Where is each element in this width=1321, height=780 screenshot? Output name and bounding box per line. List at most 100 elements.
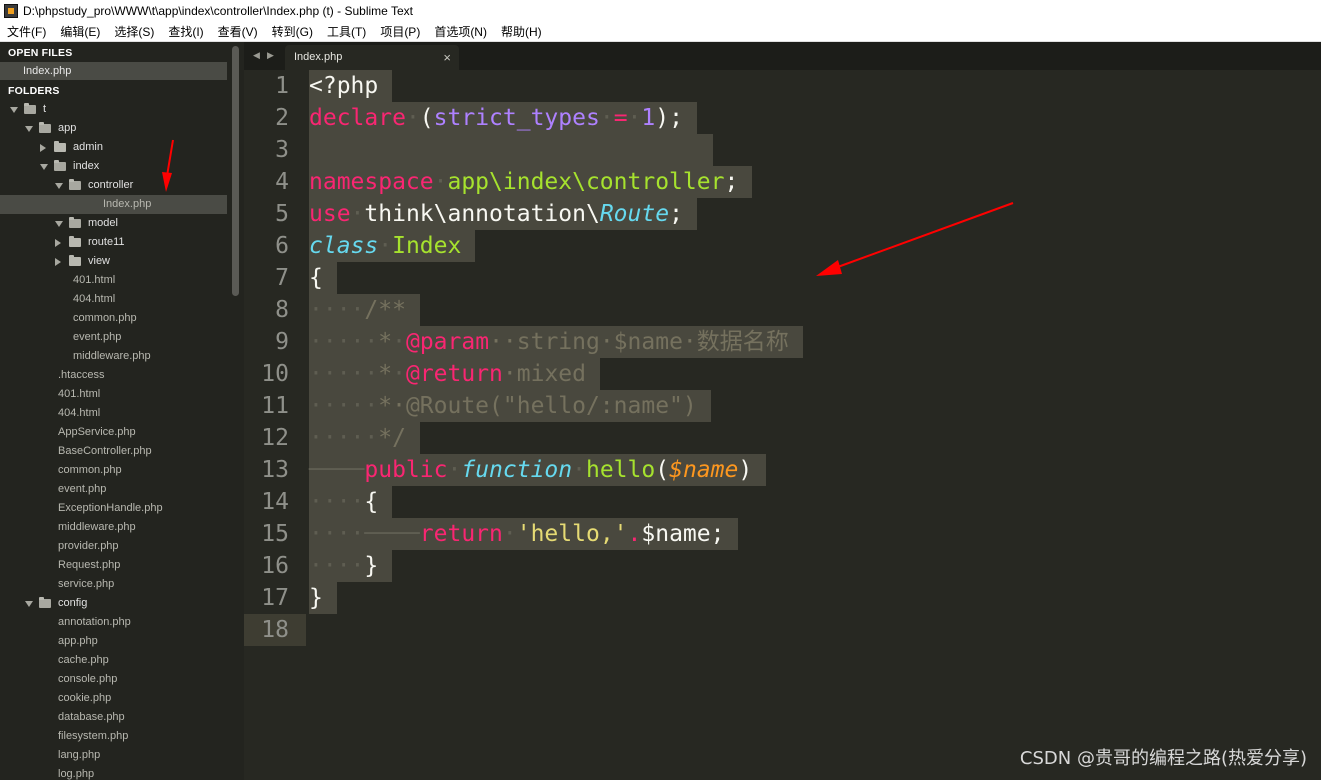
tree-label: 401.html [58, 388, 101, 400]
tree-label: 401.html [73, 274, 116, 286]
tree-folder[interactable]: index [0, 157, 227, 176]
tree-label: event.php [73, 331, 122, 343]
tree-file[interactable]: Request.php [0, 556, 227, 575]
disclosure-expanded-icon[interactable] [40, 164, 48, 170]
tree-file[interactable]: app.php [0, 632, 227, 651]
tab-index-php[interactable]: Index.php × [285, 45, 459, 70]
code-editor[interactable]: <?php declare·(strict_types·=·1); namesp… [309, 70, 803, 646]
folder-icon [69, 217, 81, 228]
tree-label: cache.php [58, 654, 109, 666]
code-line: ·····*/ [309, 422, 803, 454]
tree-file[interactable]: BaseController.php [0, 442, 227, 461]
folder-icon [69, 179, 81, 190]
tree-file[interactable]: middleware.php [0, 347, 227, 366]
menu-help[interactable]: 帮助(H) [494, 22, 549, 42]
menu-bar: 文件(F) 编辑(E) 选择(S) 查找(I) 查看(V) 转到(G) 工具(T… [0, 22, 1321, 42]
open-file-item[interactable]: Index.php [0, 62, 227, 80]
scrollbar-thumb[interactable] [232, 46, 239, 296]
disclosure-expanded-icon[interactable] [25, 601, 33, 607]
code-line: } [309, 582, 803, 614]
folder-icon [54, 160, 66, 171]
line-number: 16 [261, 553, 289, 579]
line-number-gutter: 1 2 3 4 5 6 7 8 9 10 11 12 13 14 15 16 17 18 [244, 70, 306, 646]
tree-file[interactable]: cache.php [0, 651, 227, 670]
tree-folder[interactable]: config [0, 594, 227, 613]
menu-file[interactable]: 文件(F) [0, 22, 53, 42]
tree-file[interactable]: 404.html [0, 290, 227, 309]
tree-label: app [58, 122, 77, 134]
tree-label: middleware.php [73, 350, 151, 362]
tree-file[interactable]: lang.php [0, 746, 227, 765]
disclosure-collapsed-icon[interactable] [40, 144, 46, 152]
tree-file[interactable]: AppService.php [0, 423, 227, 442]
tree-file[interactable]: console.php [0, 670, 227, 689]
tree-label: ExceptionHandle.php [58, 502, 163, 514]
disclosure-expanded-icon[interactable] [55, 183, 63, 189]
menu-view[interactable]: 查看(V) [211, 22, 265, 42]
tree-folder[interactable]: app [0, 119, 227, 138]
code-line: declare·(strict_types·=·1); [309, 102, 803, 134]
tree-file[interactable]: annotation.php [0, 613, 227, 632]
tree-file[interactable]: middleware.php [0, 518, 227, 537]
tree-file[interactable]: Index.php [0, 195, 227, 214]
line-number: 18 [244, 614, 306, 646]
tree-file[interactable]: ExceptionHandle.php [0, 499, 227, 518]
line-number: 9 [275, 329, 289, 355]
tree-file[interactable]: 404.html [0, 404, 227, 423]
menu-tools[interactable]: 工具(T) [320, 22, 373, 42]
tree-file[interactable]: event.php [0, 328, 227, 347]
tree-file[interactable]: common.php [0, 309, 227, 328]
tree-file[interactable]: common.php [0, 461, 227, 480]
menu-edit[interactable]: 编辑(E) [53, 22, 107, 42]
menu-project[interactable]: 项目(P) [373, 22, 427, 42]
tree-label: Request.php [58, 559, 121, 571]
folders-title: FOLDERS [8, 85, 60, 97]
tree-file[interactable]: 401.html [0, 271, 227, 290]
tree-label: controller [88, 179, 134, 191]
tree-file[interactable]: service.php [0, 575, 227, 594]
tree-label: common.php [73, 312, 137, 324]
sidebar-scrollbar[interactable] [230, 42, 244, 780]
tree-label: middleware.php [58, 521, 136, 533]
tree-folder[interactable]: model [0, 214, 227, 233]
tree-file[interactable]: log.php [0, 765, 227, 780]
disclosure-collapsed-icon[interactable] [55, 258, 61, 266]
code-line: <?php [309, 70, 803, 102]
disclosure-expanded-icon[interactable] [55, 221, 63, 227]
tree-file[interactable]: provider.php [0, 537, 227, 556]
tree-label: route11 [88, 236, 125, 248]
tree-label: provider.php [58, 540, 119, 552]
tab-next-icon[interactable]: ▶ [267, 50, 274, 61]
menu-preferences[interactable]: 首选项(N) [427, 22, 494, 42]
tree-folder[interactable]: admin [0, 138, 227, 157]
tree-folder[interactable]: t [0, 100, 227, 119]
tree-file[interactable]: .htaccess [0, 366, 227, 385]
tree-folder[interactable]: route11 [0, 233, 227, 252]
tree-label: config [58, 597, 88, 609]
tab-bar: ◀ ▶ Index.php × [244, 42, 1321, 70]
line-number: 8 [275, 297, 289, 323]
tree-file[interactable]: database.php [0, 708, 227, 727]
menu-goto[interactable]: 转到(G) [265, 22, 320, 42]
disclosure-expanded-icon[interactable] [10, 107, 18, 113]
disclosure-collapsed-icon[interactable] [55, 239, 61, 247]
sublime-text-icon [4, 4, 18, 18]
folder-icon [24, 103, 36, 114]
menu-find[interactable]: 查找(I) [161, 22, 210, 42]
tree-folder[interactable]: view [0, 252, 227, 271]
tree-file[interactable]: filesystem.php [0, 727, 227, 746]
tree-folder[interactable]: controller [0, 176, 227, 195]
tree-file[interactable]: 401.html [0, 385, 227, 404]
tree-file[interactable]: cookie.php [0, 689, 227, 708]
tree-label: event.php [58, 483, 107, 495]
tree-label: .htaccess [58, 369, 105, 381]
disclosure-expanded-icon[interactable] [25, 126, 33, 132]
menu-selection[interactable]: 选择(S) [107, 22, 161, 42]
close-icon[interactable]: × [443, 45, 451, 70]
sidebar: OPEN FILES Index.php FOLDERS t app admin in… [0, 42, 230, 780]
tree-file[interactable]: event.php [0, 480, 227, 499]
tab-prev-icon[interactable]: ◀ [253, 50, 260, 61]
tree-label: AppService.php [58, 426, 136, 438]
line-number: 1 [275, 73, 289, 99]
tree-label: 404.html [58, 407, 101, 419]
